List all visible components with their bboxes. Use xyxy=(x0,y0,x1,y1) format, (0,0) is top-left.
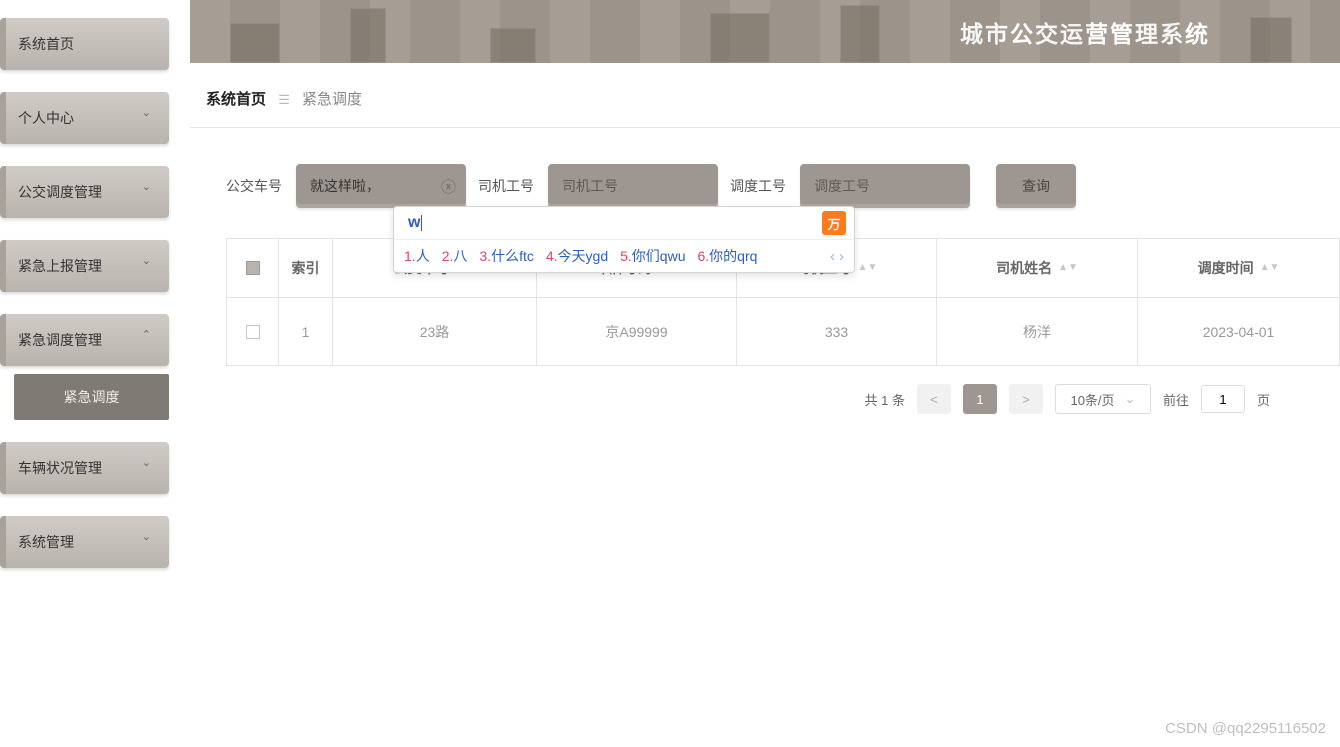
td-plate: 京A99999 xyxy=(537,297,737,365)
ime-cursor xyxy=(421,215,422,231)
page-total: 共 1 条 xyxy=(865,390,905,409)
sort-icon: ▲▼ xyxy=(1260,265,1280,271)
checkbox-icon xyxy=(246,325,260,339)
goto-suffix: 页 xyxy=(1257,390,1270,409)
sidebar-sub-emergency-dispatch[interactable]: 紧急调度 xyxy=(14,374,169,420)
sidebar-item-profile[interactable]: 个人中心 ⌄ xyxy=(0,92,169,144)
ime-prev-icon[interactable]: ‹ xyxy=(830,248,835,265)
th-checkbox[interactable] xyxy=(227,239,279,297)
chevron-up-icon: ⌃ xyxy=(142,328,151,341)
ime-logo-icon: 万 xyxy=(822,211,846,235)
sort-icon: ▲▼ xyxy=(858,265,878,271)
bus-no-label: 公交车号 xyxy=(226,176,282,196)
ime-candidates-row: 1.人 2.八 3.什么ftc 4.今天ygd 5.你们qwu 6.你的qrq … xyxy=(394,240,854,272)
sidebar-item-label: 紧急上报管理 xyxy=(18,256,102,276)
td-bus-no: 23路 xyxy=(333,297,537,365)
td-dispatch-time: 2023-04-01 xyxy=(1138,297,1340,365)
pagination: 共 1 条 < 1 > 10条/页⌄ 前往 页 xyxy=(190,366,1340,414)
page-number-button[interactable]: 1 xyxy=(963,384,997,414)
ime-candidate[interactable]: 6.你的qrq xyxy=(697,246,757,266)
sort-icon: ▲▼ xyxy=(1058,265,1078,271)
sidebar-item-emergency-report[interactable]: 紧急上报管理 ⌄ xyxy=(0,240,169,292)
ime-next-icon[interactable]: › xyxy=(839,248,844,265)
th-index: 索引 xyxy=(279,239,333,297)
dispatch-id-label: 调度工号 xyxy=(730,176,786,196)
sidebar-item-bus-dispatch[interactable]: 公交调度管理 ⌄ xyxy=(0,166,169,218)
ime-candidate[interactable]: 4.今天ygd xyxy=(546,246,608,266)
th-dispatch-time[interactable]: 调度时间▲▼ xyxy=(1138,239,1340,297)
main-area: 城市公交运营管理系统 系统首页 ☰ 紧急调度 公交车号 ⓧ 司机工号 调度工号 … xyxy=(190,0,1340,747)
dispatch-id-input[interactable] xyxy=(814,178,940,194)
breadcrumb-home[interactable]: 系统首页 xyxy=(206,91,266,108)
chevron-down-icon: ⌄ xyxy=(1125,391,1136,407)
chevron-down-icon: ⌄ xyxy=(142,456,151,469)
breadcrumb: 系统首页 ☰ 紧急调度 xyxy=(190,63,1340,128)
chevron-down-icon: ⌄ xyxy=(142,254,151,267)
table-row[interactable]: 1 23路 京A99999 333 杨洋 2023-04-01 xyxy=(227,297,1340,365)
query-button[interactable]: 查询 xyxy=(996,164,1076,208)
ime-input-text: w xyxy=(408,214,420,232)
page-size-select[interactable]: 10条/页⌄ xyxy=(1055,384,1151,414)
sidebar-item-home[interactable]: 系统首页 xyxy=(0,18,169,70)
bus-no-input-wrap: ⓧ xyxy=(296,164,466,208)
sidebar-item-label: 个人中心 xyxy=(18,108,74,128)
ime-panel: w 万 1.人 2.八 3.什么ftc 4.今天ygd 5.你们qwu 6.你的… xyxy=(393,206,855,273)
ime-candidate[interactable]: 3.什么ftc xyxy=(479,246,533,266)
th-driver-name[interactable]: 司机姓名▲▼ xyxy=(937,239,1138,297)
banner: 城市公交运营管理系统 xyxy=(190,0,1340,63)
banner-decoration xyxy=(190,0,1340,63)
driver-id-input-wrap xyxy=(548,164,718,208)
chevron-down-icon: ⌄ xyxy=(142,180,151,193)
chevron-down-icon: ⌄ xyxy=(142,106,151,119)
goto-label: 前往 xyxy=(1163,390,1189,409)
sidebar-item-label: 车辆状况管理 xyxy=(18,458,102,478)
bus-no-input[interactable] xyxy=(310,178,436,194)
sidebar-item-label: 紧急调度管理 xyxy=(18,330,102,350)
sidebar-item-label: 系统管理 xyxy=(18,532,74,552)
checkbox-icon xyxy=(246,261,260,275)
ime-input-row: w 万 xyxy=(394,207,854,240)
td-driver-name: 杨洋 xyxy=(937,297,1138,365)
ime-nav: ‹ › xyxy=(830,248,844,265)
sidebar-item-system[interactable]: 系统管理 ⌄ xyxy=(0,516,169,568)
watermark: CSDN @qq2295116502 xyxy=(1165,720,1326,737)
driver-id-input[interactable] xyxy=(562,178,688,194)
sidebar-item-label: 系统首页 xyxy=(18,34,74,54)
driver-id-label: 司机工号 xyxy=(478,176,534,196)
goto-page-input[interactable] xyxy=(1201,385,1245,413)
dispatch-id-input-wrap xyxy=(800,164,970,208)
sidebar-item-label: 公交调度管理 xyxy=(18,182,102,202)
td-checkbox[interactable] xyxy=(227,297,279,365)
td-driver-id: 333 xyxy=(737,297,937,365)
sidebar-item-label: 紧急调度 xyxy=(64,387,120,407)
chevron-down-icon: ⌄ xyxy=(142,530,151,543)
ime-candidate[interactable]: 1.人 xyxy=(404,246,430,266)
ime-candidate[interactable]: 2.八 xyxy=(442,246,468,266)
sidebar-item-emergency-dispatch[interactable]: 紧急调度管理 ⌃ xyxy=(0,314,169,366)
breadcrumb-current: 紧急调度 xyxy=(302,91,362,108)
page-prev-button[interactable]: < xyxy=(917,384,951,414)
ime-candidate[interactable]: 5.你们qwu xyxy=(620,246,685,266)
page-next-button[interactable]: > xyxy=(1009,384,1043,414)
breadcrumb-sep-icon: ☰ xyxy=(278,92,290,107)
sidebar-item-vehicle-status[interactable]: 车辆状况管理 ⌄ xyxy=(0,442,169,494)
sidebar: 系统首页 个人中心⌄ 公交调度管理⌄ 紧急上报管理⌄ 紧急调度管理⌃ 紧急调度 … xyxy=(0,0,175,747)
td-index: 1 xyxy=(279,297,333,365)
clear-icon[interactable]: ⓧ xyxy=(441,176,456,197)
